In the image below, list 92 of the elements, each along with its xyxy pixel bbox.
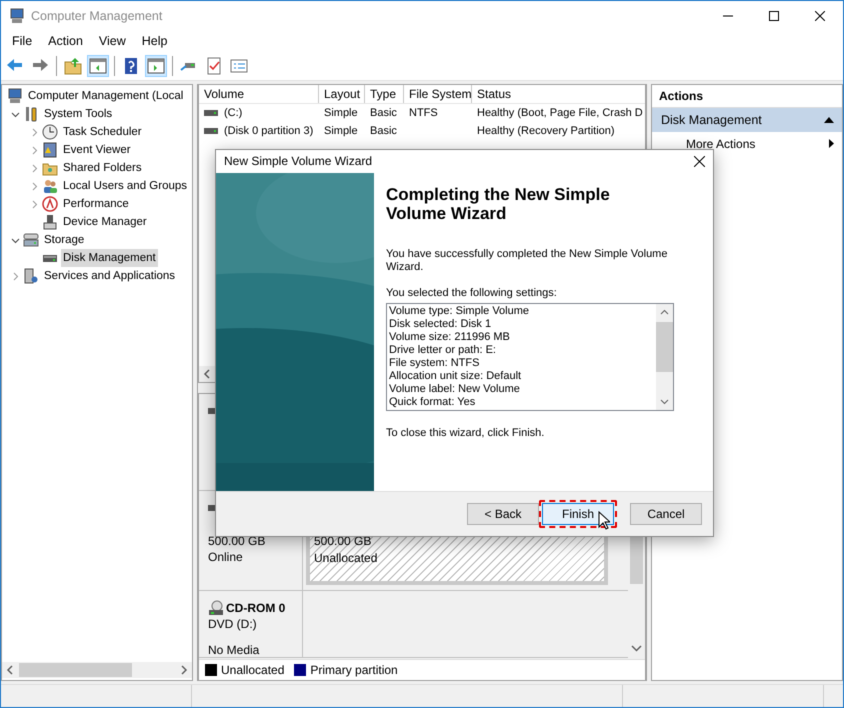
table-cell: (Disk 0 partition 3) bbox=[224, 125, 314, 137]
tree-item[interactable]: Disk Management bbox=[61, 249, 158, 267]
maximize-icon[interactable] bbox=[769, 10, 779, 20]
disk-info: 500.00 GB bbox=[208, 533, 266, 549]
computer-icon bbox=[9, 8, 25, 24]
tools-icon bbox=[23, 106, 39, 122]
computer-icon bbox=[7, 88, 23, 104]
clock-icon bbox=[42, 124, 58, 140]
tree-item[interactable]: System Tools bbox=[42, 105, 114, 123]
wizard-instruction: To close this wizard, click Finish. bbox=[386, 427, 546, 440]
tree-item[interactable]: Storage bbox=[42, 231, 86, 249]
settings-item: Volume type: Simple Volume bbox=[389, 305, 530, 318]
storage-icon bbox=[23, 232, 39, 248]
disk-info: No Media bbox=[208, 642, 260, 658]
column-header[interactable]: Type bbox=[365, 85, 404, 103]
tree-item[interactable]: Event Viewer bbox=[61, 141, 133, 159]
close-icon[interactable] bbox=[815, 10, 825, 20]
expander-icon[interactable] bbox=[11, 110, 20, 118]
dialog-button[interactable]: Cancel bbox=[630, 503, 702, 525]
cd-drive-icon bbox=[208, 600, 224, 616]
submenu-arrow-icon bbox=[829, 139, 834, 148]
device-icon bbox=[42, 214, 58, 230]
toolbar-button[interactable] bbox=[87, 55, 109, 77]
dialog-title: New Simple Volume Wizard bbox=[224, 154, 372, 168]
settings-item: Allocation unit size: Default bbox=[389, 370, 522, 383]
scroll-up-icon[interactable] bbox=[660, 309, 669, 315]
table-cell: Basic bbox=[370, 125, 397, 137]
legend-label: Primary partition bbox=[310, 663, 398, 677]
cursor-icon bbox=[598, 511, 610, 530]
folder-up-icon bbox=[63, 56, 83, 76]
settings-item: Drive letter or path: E: bbox=[389, 344, 497, 357]
disk-info: Online bbox=[208, 549, 244, 565]
table-cell: (C:) bbox=[224, 107, 242, 119]
column-header[interactable]: Layout bbox=[319, 85, 365, 103]
tree-item[interactable]: Services and Applications bbox=[42, 267, 178, 285]
menu-item[interactable]: Help bbox=[134, 34, 176, 48]
action-link[interactable]: More Actions bbox=[686, 136, 756, 150]
wizard-heading: Completing the New Simple Volume Wizard bbox=[386, 185, 611, 223]
scroll-thumb[interactable] bbox=[19, 663, 132, 677]
window-title: Computer Management bbox=[31, 8, 162, 22]
table-cell: Simple bbox=[324, 107, 358, 119]
disk-name: CD-ROM 0 bbox=[226, 600, 286, 616]
drive-icon bbox=[204, 110, 218, 116]
horizontal-scrollbar[interactable] bbox=[2, 662, 192, 678]
dialog-button[interactable]: < Back bbox=[467, 503, 539, 525]
table-cell: Simple bbox=[324, 125, 358, 137]
drive-icon bbox=[204, 128, 218, 134]
column-header[interactable]: File System bbox=[404, 85, 472, 103]
settings-item: Volume label: New Volume bbox=[389, 383, 521, 396]
disk-info: DVD (D:) bbox=[208, 616, 258, 632]
toolbar-button[interactable] bbox=[62, 55, 84, 77]
pane-icon bbox=[146, 56, 166, 76]
settings-item: Volume size: 211996 MB bbox=[389, 331, 511, 344]
tree-item[interactable]: Performance bbox=[61, 195, 131, 213]
users-icon bbox=[42, 178, 58, 194]
tree-item[interactable]: Shared Folders bbox=[61, 159, 144, 177]
tree-item[interactable]: Task Scheduler bbox=[61, 123, 144, 141]
toolbar-button[interactable] bbox=[145, 55, 167, 77]
menu-item[interactable]: File bbox=[4, 34, 40, 48]
scroll-down-icon[interactable] bbox=[660, 399, 669, 405]
legend-swatch bbox=[205, 664, 217, 676]
table-cell: Healthy (Boot, Page File, Crash D bbox=[477, 107, 643, 119]
close-icon[interactable] bbox=[694, 156, 705, 166]
menu-item[interactable]: View bbox=[90, 34, 134, 48]
actions-section[interactable]: Disk Management bbox=[652, 108, 842, 132]
settings-item: Disk selected: Disk 1 bbox=[389, 318, 492, 331]
settings-list[interactable]: Volume type: Simple Volume Disk selected: Disk 1 Volume size: 211996 MB Drive letter or path: E: File system: NTFS Allocation unit size: Default Volume label: New Volume Quick format: Yes bbox=[386, 303, 674, 411]
scroll-thumb[interactable] bbox=[656, 322, 673, 372]
log-icon bbox=[42, 142, 58, 158]
settings-item: File system: NTFS bbox=[389, 357, 480, 370]
legend-swatch bbox=[294, 664, 306, 676]
tree-item[interactable]: Computer Management (Local bbox=[26, 87, 186, 105]
table-cell: Basic bbox=[370, 107, 397, 119]
gauge-icon bbox=[42, 196, 58, 212]
legend-label: Unallocated bbox=[221, 663, 284, 677]
settings-item: Quick format: Yes bbox=[389, 396, 476, 409]
wizard-message: You have successfully completed the New Simple Volume Wizard. bbox=[386, 248, 668, 274]
pane-icon bbox=[88, 56, 108, 76]
dialog-button[interactable]: Finish bbox=[542, 503, 614, 525]
vertical-scrollbar[interactable] bbox=[656, 304, 673, 410]
server-icon bbox=[23, 268, 39, 284]
partition-info: 500.00 GB bbox=[314, 533, 372, 550]
settings-label: You selected the following settings: bbox=[386, 287, 558, 300]
collapse-icon[interactable] bbox=[824, 117, 834, 123]
column-header[interactable]: Volume bbox=[199, 85, 319, 103]
tree-item[interactable]: Local Users and Groups bbox=[61, 177, 190, 195]
expander-icon[interactable] bbox=[11, 236, 20, 244]
table-cell: NTFS bbox=[409, 107, 438, 119]
partition-info: Unallocated bbox=[314, 550, 378, 567]
menu-item[interactable]: Action bbox=[40, 34, 91, 48]
tree-item[interactable]: Device Manager bbox=[61, 213, 149, 231]
table-cell: Healthy (Recovery Partition) bbox=[477, 125, 615, 137]
